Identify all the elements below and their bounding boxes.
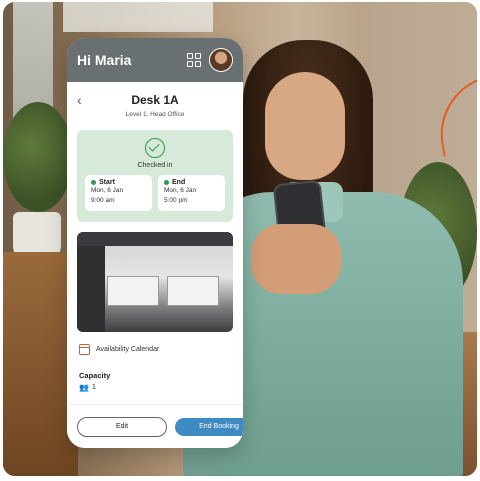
qr-code-icon[interactable] [187,53,201,67]
people-icon: 👥 [79,383,89,392]
desk-booking-app: Hi Maria ‹ Desk 1A Level 1, Head Office … [67,38,243,448]
booking-times: Start Mon, 6 Jan 9:00 am End Mon, 6 Jan … [77,169,233,211]
availability-label: Availability Calendar [96,346,160,353]
start-label: Start [99,179,115,186]
desk-title: Desk 1A [131,93,179,107]
background-ceiling-light [63,2,213,32]
hero-photo: Hi Maria ‹ Desk 1A Level 1, Head Office … [3,2,477,476]
background-plant [3,102,73,212]
action-bar: Edit End Booking [67,404,243,448]
start-time: 9:00 am [91,196,115,204]
availability-calendar-link[interactable]: Availability Calendar [67,332,243,355]
capacity-title: Capacity [79,371,111,380]
desk-location: Level 1, Head Office [125,111,185,118]
checkin-status-card: Checked in Start Mon, 6 Jan 9:00 am End … [77,130,233,222]
hands [251,224,341,294]
avatar[interactable] [209,48,233,72]
end-time-card: End Mon, 6 Jan 5:00 pm [158,175,225,211]
end-label: End [172,179,186,186]
greeting: Hi Maria [77,52,132,68]
check-circle-icon [145,138,165,158]
back-arrow-icon[interactable]: ‹ [77,92,93,108]
start-day: Mon, 6 Jan [91,187,124,194]
edit-button[interactable]: Edit [77,416,167,437]
desk-photo [77,232,233,332]
end-day: Mon, 6 Jan [164,187,197,194]
calendar-icon [79,344,90,355]
capacity-row: 👥 1 [67,380,243,392]
checkin-status: Checked in [137,162,173,169]
face [265,72,345,180]
app-header: Hi Maria [67,38,243,82]
start-time-card: Start Mon, 6 Jan 9:00 am [85,175,152,211]
capacity-value: 1 [91,384,96,391]
desk-header: ‹ Desk 1A [67,82,243,108]
end-time: 5:00 pm [164,196,188,204]
status-dot-icon [91,180,96,185]
status-dot-icon [164,180,169,185]
end-booking-button[interactable]: End Booking [175,417,243,436]
